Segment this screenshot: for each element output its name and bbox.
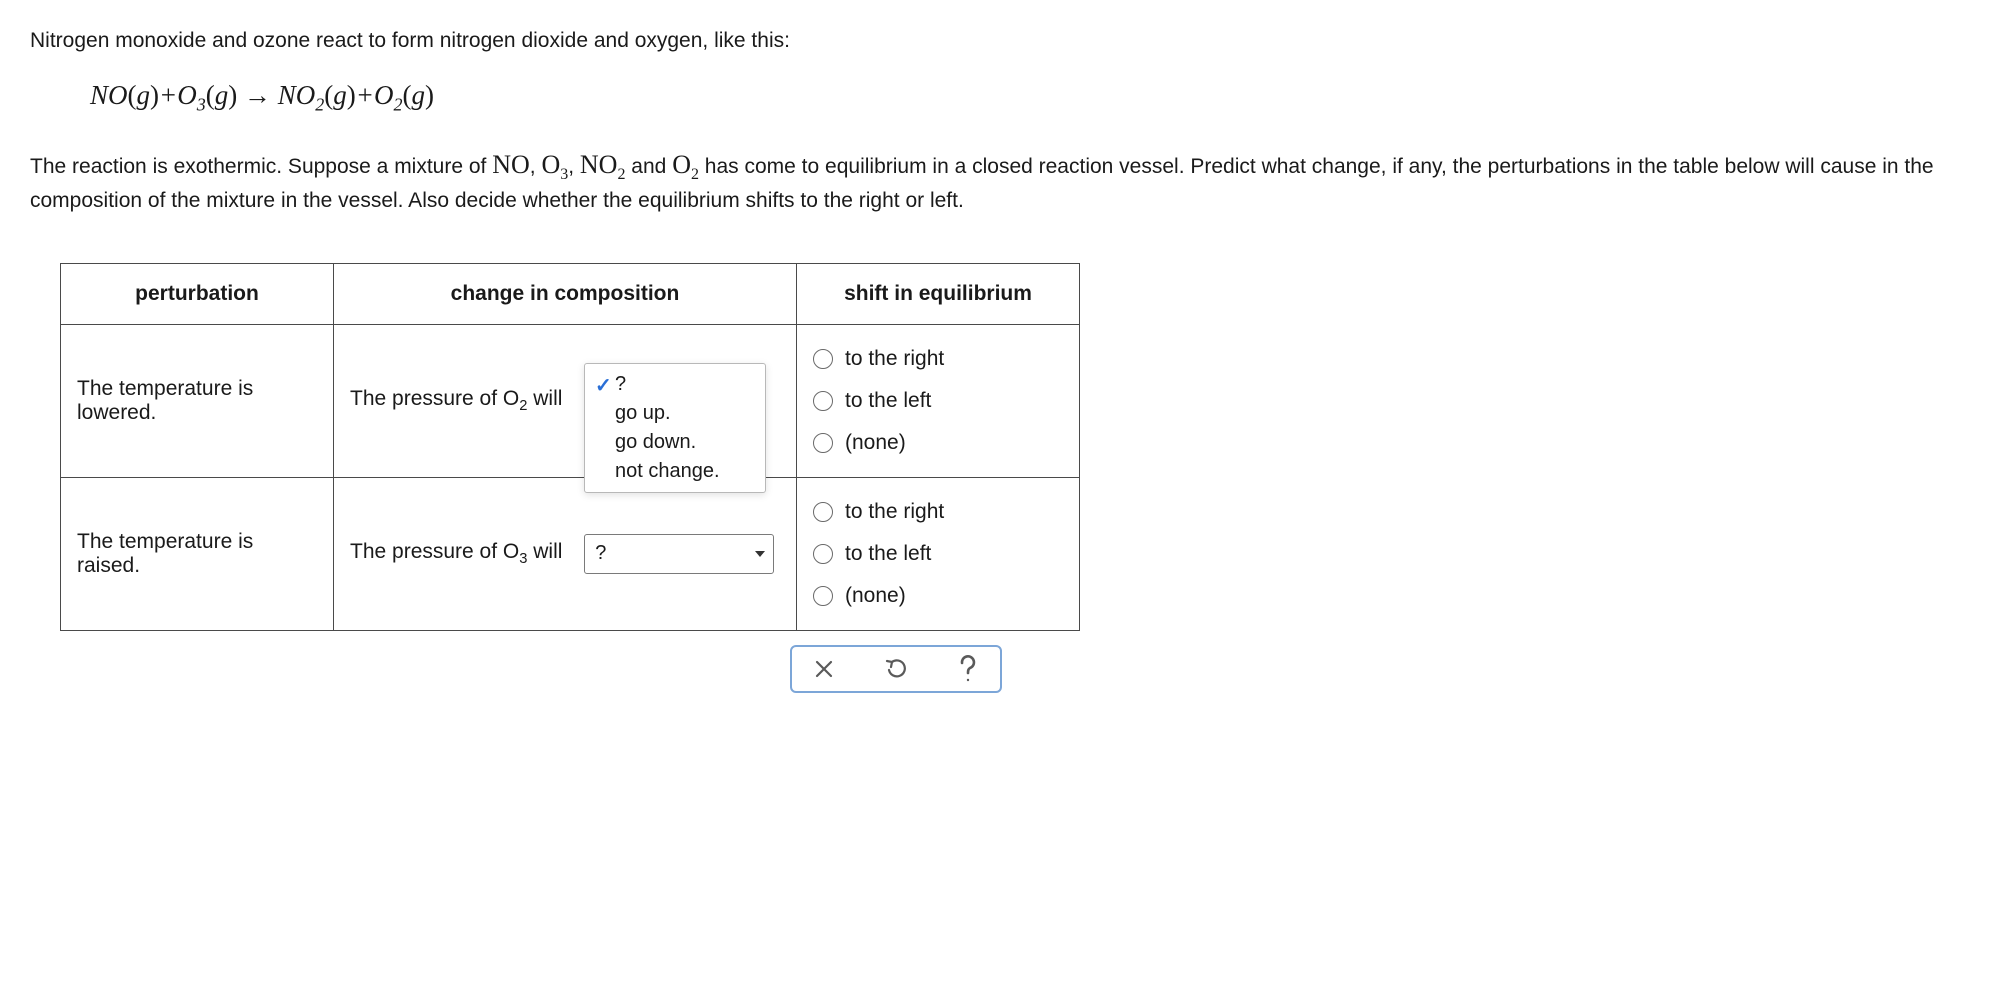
intro-line-2: The reaction is exothermic. Suppose a mi…: [30, 146, 1974, 217]
undo-icon: [883, 656, 909, 682]
dropdown-listbox[interactable]: ? go up. go down. not change.: [584, 363, 766, 493]
radio-to-right[interactable]: to the right: [813, 347, 1063, 371]
radio-label: to the right: [845, 347, 944, 371]
radio-label: to the left: [845, 542, 931, 566]
dropdown-option[interactable]: ?: [585, 370, 765, 399]
radio-icon: [813, 349, 833, 369]
header-shift: shift in equilibrium: [797, 263, 1080, 324]
reset-button[interactable]: [882, 655, 910, 683]
radio-to-right[interactable]: to the right: [813, 500, 1063, 524]
radio-icon: [813, 433, 833, 453]
shift-cell: to the right to the left (none): [797, 477, 1080, 630]
intro-line-1: Nitrogen monoxide and ozone react to for…: [30, 26, 1974, 56]
perturbation-cell: The temperature is lowered.: [61, 324, 334, 477]
header-change: change in composition: [334, 263, 797, 324]
radio-none[interactable]: (none): [813, 431, 1063, 455]
radio-label: to the right: [845, 500, 944, 524]
reaction-equation: NO(g)+O3(g) → NO2(g)+O2(g): [90, 80, 1974, 115]
perturbation-cell: The temperature is raised.: [61, 477, 334, 630]
radio-label: (none): [845, 431, 906, 455]
radio-icon: [813, 586, 833, 606]
radio-to-left[interactable]: to the left: [813, 389, 1063, 413]
close-icon: [813, 658, 835, 680]
help-button[interactable]: [954, 655, 982, 683]
table-row: The temperature is lowered. The pressure…: [61, 324, 1080, 477]
perturbation-table: perturbation change in composition shift…: [60, 263, 1080, 631]
dropdown-option[interactable]: go up.: [585, 399, 765, 428]
radio-icon: [813, 391, 833, 411]
change-cell: The pressure of O2 will ? go up. go down…: [334, 324, 797, 477]
table-row: The temperature is raised. The pressure …: [61, 477, 1080, 630]
radio-to-left[interactable]: to the left: [813, 542, 1063, 566]
radio-icon: [813, 544, 833, 564]
action-bar: [790, 645, 1002, 693]
question-icon: [955, 654, 981, 684]
dropdown-option[interactable]: not change.: [585, 457, 765, 486]
chevron-down-icon: [755, 551, 765, 557]
radio-label: to the left: [845, 389, 931, 413]
radio-label: (none): [845, 584, 906, 608]
change-prefix: The pressure of O2 will: [350, 387, 562, 414]
change-select[interactable]: ?: [584, 534, 774, 574]
clear-button[interactable]: [810, 655, 838, 683]
radio-icon: [813, 502, 833, 522]
shift-cell: to the right to the left (none): [797, 324, 1080, 477]
change-cell: The pressure of O3 will ?: [334, 477, 797, 630]
dropdown-option[interactable]: go down.: [585, 428, 765, 457]
select-value: ?: [595, 542, 606, 565]
radio-none[interactable]: (none): [813, 584, 1063, 608]
change-prefix: The pressure of O3 will: [350, 540, 562, 567]
header-perturbation: perturbation: [61, 263, 334, 324]
